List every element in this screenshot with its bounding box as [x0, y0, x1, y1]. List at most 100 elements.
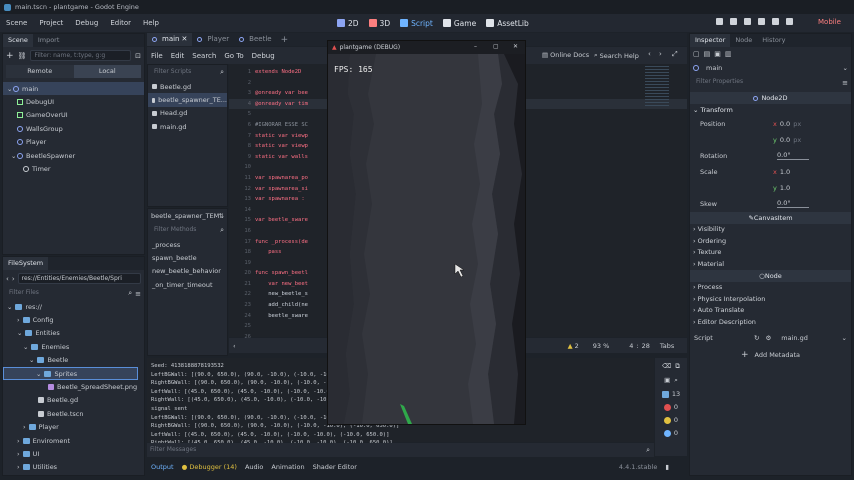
position-y[interactable]: 0.0: [780, 136, 790, 144]
menu-debug[interactable]: Debug: [69, 19, 104, 27]
fs-item[interactable]: Beetle.tscn: [3, 407, 144, 420]
fs-item[interactable]: › Config: [3, 313, 144, 326]
tab-audio[interactable]: Audio: [245, 463, 263, 471]
method-item[interactable]: new_beetle_behavior: [148, 265, 227, 278]
scene-filter-input[interactable]: Filter: name, t:type, g:g: [30, 50, 132, 61]
filter-warnings-toggle[interactable]: 0: [663, 416, 678, 424]
script-menu-file[interactable]: File: [147, 52, 167, 60]
add-tab-icon[interactable]: +: [281, 35, 289, 45]
script-menu-goto[interactable]: Go To: [220, 52, 247, 60]
game-window[interactable]: ▲ plantgame (DEBUG) – ▢ ✕ FPS: 165: [327, 40, 526, 425]
tree-node-main[interactable]: ⌄ main: [3, 82, 144, 96]
filter-editor-toggle[interactable]: 0: [663, 429, 678, 437]
skew-slider[interactable]: 0.0°: [777, 199, 809, 208]
script-item-selected[interactable]: beetle_spawner_TE...: [148, 93, 227, 107]
movie-icon[interactable]: [786, 18, 793, 25]
chevron-down-icon[interactable]: ⌄: [842, 334, 847, 342]
transform-section[interactable]: ⌄ Transform: [690, 104, 851, 116]
script-menu-search[interactable]: Search: [188, 52, 220, 60]
tab-inspector[interactable]: Inspector: [690, 34, 731, 47]
open-icon[interactable]: ▤: [704, 50, 711, 58]
position-x[interactable]: 0.0: [780, 120, 790, 128]
tab-history[interactable]: History: [757, 34, 790, 47]
sort-icon[interactable]: ⇅: [219, 212, 224, 220]
minimize-button[interactable]: –: [474, 43, 477, 50]
fs-item[interactable]: › Enviroment: [3, 434, 144, 447]
tab-filesystem[interactable]: FileSystem: [3, 257, 49, 270]
section-editor-description[interactable]: › Editor Description: [690, 316, 851, 328]
section-auto-translate[interactable]: › Auto Translate: [690, 305, 851, 317]
stop-icon[interactable]: [744, 18, 751, 25]
fs-item[interactable]: ⌄ Enemies: [3, 340, 144, 353]
section-ordering[interactable]: › Ordering: [690, 235, 851, 247]
script-filter-input[interactable]: Filter Scripts: [151, 67, 220, 78]
options-icon[interactable]: ≡: [842, 79, 848, 87]
scale-y[interactable]: 1.0: [780, 184, 790, 192]
refresh-icon[interactable]: [716, 18, 723, 25]
warning-icon[interactable]: ▲: [568, 342, 573, 350]
search-icon[interactable]: ⌕: [674, 376, 678, 385]
play-custom-icon[interactable]: [772, 18, 779, 25]
tab-import[interactable]: Import: [33, 34, 65, 47]
tab-scene[interactable]: Scene: [3, 34, 33, 47]
section-visibility[interactable]: › Visibility: [690, 224, 851, 236]
close-button[interactable]: ✕: [513, 43, 518, 50]
workspace-game[interactable]: Game: [442, 19, 476, 28]
fs-item[interactable]: ⌄ Beetle: [3, 354, 144, 367]
property-filter-input[interactable]: Filter Properties: [693, 77, 842, 88]
fs-item[interactable]: ⌄ res://: [3, 300, 144, 313]
filesystem-filter-input[interactable]: Filter Files: [6, 288, 125, 299]
tab-output[interactable]: Output: [151, 463, 174, 471]
menu-scene[interactable]: Scene: [0, 19, 33, 27]
remote-button[interactable]: Remote: [6, 65, 74, 78]
zoom-level[interactable]: 93 %: [593, 342, 610, 350]
tab-player[interactable]: Player: [192, 33, 234, 46]
filter-errors-toggle[interactable]: 0: [663, 403, 678, 411]
script-menu-edit[interactable]: Edit: [167, 52, 189, 60]
game-viewport[interactable]: [328, 54, 525, 424]
section-physics-interpolation[interactable]: › Physics Interpolation: [690, 293, 851, 305]
scale-x[interactable]: 1.0: [780, 168, 790, 176]
save-icon[interactable]: ▣: [714, 50, 721, 58]
tree-node-debugui[interactable]: DebugUI: [3, 95, 144, 108]
output-filter-input[interactable]: Filter Messages: [147, 445, 646, 456]
clear-icon[interactable]: ⌫: [662, 362, 671, 371]
online-docs-button[interactable]: ▤ Online Docs: [542, 51, 589, 59]
toggle-panel-icon[interactable]: ‹: [233, 342, 236, 350]
pin-panel-icon[interactable]: ▮: [665, 463, 669, 471]
script-menu-debug[interactable]: Debug: [248, 52, 279, 60]
fs-item[interactable]: ⌄ Entities: [3, 327, 144, 340]
method-item[interactable]: spawn_beetle: [148, 251, 227, 264]
section-texture[interactable]: › Texture: [690, 247, 851, 259]
renderer-label[interactable]: Mobile: [818, 18, 841, 26]
minimap[interactable]: [645, 66, 669, 106]
fs-item[interactable]: Beetle_SpreadSheet.png: [3, 380, 144, 393]
fs-item[interactable]: › Utilities: [3, 461, 144, 474]
new-resource-icon[interactable]: ▢: [693, 50, 700, 58]
tree-node-timer[interactable]: Timer: [3, 162, 144, 175]
history-back-icon[interactable]: ‹: [648, 50, 651, 58]
workspace-2d[interactable]: 2D: [337, 19, 359, 28]
fs-item[interactable]: › UI: [3, 447, 144, 460]
pause-icon[interactable]: [730, 18, 737, 25]
expand-icon[interactable]: ⤢: [672, 50, 678, 59]
tab-main[interactable]: main ✕: [147, 33, 193, 46]
search-help-button[interactable]: ⌕ Search Help: [594, 51, 639, 60]
play-scene-icon[interactable]: [758, 18, 765, 25]
method-item[interactable]: _process: [148, 238, 227, 251]
tab-animation[interactable]: Animation: [271, 463, 304, 471]
menu-project[interactable]: Project: [33, 19, 69, 27]
section-process[interactable]: › Process: [690, 282, 851, 294]
fs-item[interactable]: Beetle.gd: [3, 394, 144, 407]
workspace-script[interactable]: Script: [400, 19, 433, 28]
copy-icon[interactable]: ⧉: [675, 362, 680, 371]
link-icon[interactable]: ⛓: [18, 52, 27, 60]
workspace-assetlib[interactable]: AssetLib: [486, 19, 529, 28]
tab-beetle[interactable]: Beetle: [234, 33, 276, 46]
gear-icon[interactable]: ⚙: [765, 334, 771, 342]
menu-help[interactable]: Help: [137, 19, 165, 27]
fs-item-selected[interactable]: ⌄ Sprites: [3, 366, 138, 381]
script-item[interactable]: Head.gd: [148, 107, 227, 120]
tab-shader-editor[interactable]: Shader Editor: [313, 463, 357, 471]
history-forward-icon[interactable]: ›: [659, 50, 662, 58]
